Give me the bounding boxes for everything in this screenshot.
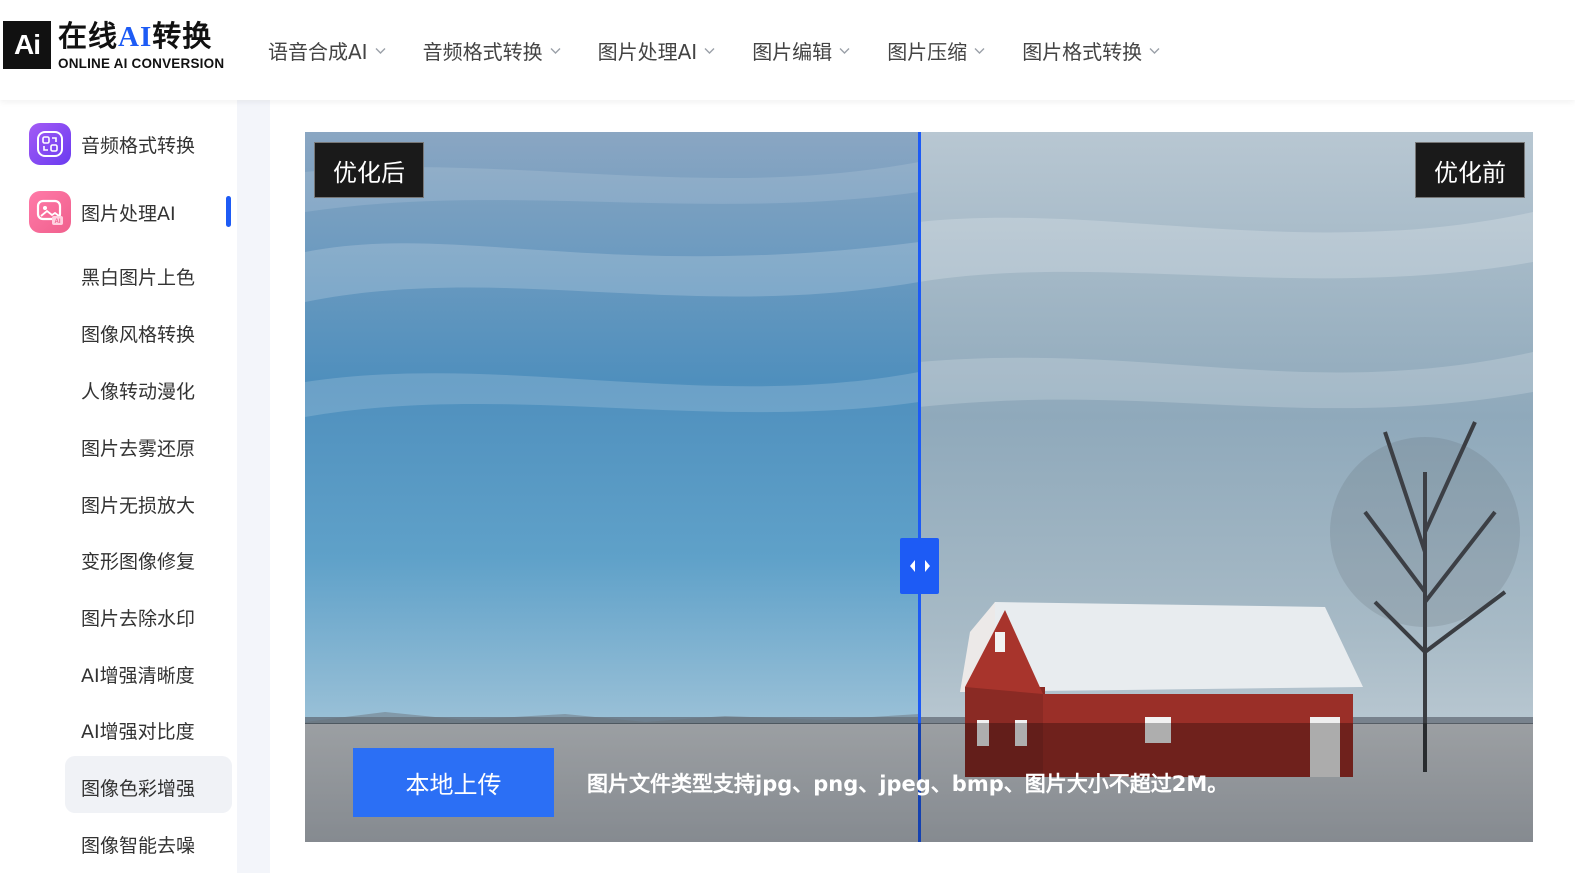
nav-item-image-edit[interactable]: 图片编辑: [752, 36, 850, 65]
sidebar-item-portrait-anime[interactable]: 人像转动漫化: [81, 377, 195, 404]
logo-title-suffix: 转换: [152, 18, 213, 53]
compare-slider-handle[interactable]: [900, 538, 939, 594]
upload-tip: 图片文件类型支持jpg、png、jpeg、bmp、图片大小不超过2M。: [587, 772, 1229, 796]
logo-title: 在线AI转换: [58, 20, 224, 53]
chevron-down-icon: [974, 45, 985, 56]
nav-item-audio-convert[interactable]: 音频格式转换: [423, 36, 561, 65]
upload-button[interactable]: 本地上传: [353, 748, 554, 817]
chevron-down-icon: [550, 45, 561, 56]
main-nav: 语音合成AI 音频格式转换 图片处理AI 图片编辑 图片压缩 图片格式转换: [268, 36, 1197, 65]
logo-title-ai: AI: [118, 20, 153, 53]
svg-text:AI: AI: [55, 219, 61, 225]
nav-item-label: 图片处理AI: [597, 40, 698, 64]
logo-subtitle: ONLINE AI CONVERSION: [58, 55, 225, 71]
nav-item-image-ai[interactable]: 图片处理AI: [598, 36, 716, 65]
left-right-arrows-icon: [909, 560, 930, 572]
image-ai-icon: AI: [29, 191, 71, 233]
active-indicator: [226, 196, 231, 227]
nav-item-label: 语音合成AI: [268, 40, 368, 64]
sidebar-item-colorize[interactable]: 黑白图片上色: [81, 263, 195, 290]
sidebar-category-label: 图片处理AI: [81, 202, 176, 225]
sidebar-item-dehaze[interactable]: 图片去雾还原: [81, 434, 195, 461]
sidebar-category-label: 音频格式转换: [81, 134, 196, 157]
sidebar-item-sharpen[interactable]: AI增强清晰度: [81, 661, 195, 688]
sidebar-category-image-ai[interactable]: AI 图片处理AI: [29, 191, 176, 233]
logo-text: 在线AI转换 ONLINE AI CONVERSION: [58, 20, 224, 71]
logo-mark: Ai: [3, 21, 51, 69]
nav-item-image-format[interactable]: 图片格式转换: [1022, 36, 1160, 65]
top-header: Ai 在线AI转换 ONLINE AI CONVERSION 语音合成AI 音频…: [0, 0, 1575, 100]
after-label: 优化后: [314, 142, 424, 198]
before-after-compare[interactable]: 优化后 优化前 本地上传 图片文件类型支持jpg、png、jpeg、bmp、图片…: [305, 132, 1533, 842]
sidebar-item-color-enhance[interactable]: 图像色彩增强: [81, 774, 195, 801]
sidebar-category-audio-convert[interactable]: 音频格式转换: [29, 123, 195, 165]
nav-item-image-compress[interactable]: 图片压缩: [887, 36, 985, 65]
sidebar-item-upscale[interactable]: 图片无损放大: [81, 491, 195, 518]
chevron-down-icon: [839, 45, 850, 56]
sidebar-item-contrast[interactable]: AI增强对比度: [81, 717, 195, 744]
audio-convert-icon: [29, 123, 71, 165]
nav-item-label: 图片格式转换: [1022, 40, 1143, 64]
chevron-down-icon: [1149, 45, 1160, 56]
sidebar-item-denoise[interactable]: 图像智能去噪: [81, 831, 195, 858]
nav-item-label: 图片压缩: [887, 40, 968, 64]
logo-title-prefix: 在线: [58, 18, 119, 53]
sidebar-item-style-transfer[interactable]: 图像风格转换: [81, 320, 195, 347]
nav-item-speech-synthesis[interactable]: 语音合成AI: [268, 36, 386, 65]
nav-item-label: 图片编辑: [752, 40, 833, 64]
before-label: 优化前: [1415, 142, 1525, 198]
site-logo[interactable]: Ai 在线AI转换 ONLINE AI CONVERSION: [3, 20, 224, 71]
chevron-down-icon: [375, 45, 386, 56]
sidebar-item-distortion-repair[interactable]: 变形图像修复: [81, 547, 195, 574]
chevron-down-icon: [704, 45, 715, 56]
sidebar-item-watermark-removal[interactable]: 图片去除水印: [81, 604, 195, 631]
nav-item-label: 音频格式转换: [422, 40, 543, 64]
